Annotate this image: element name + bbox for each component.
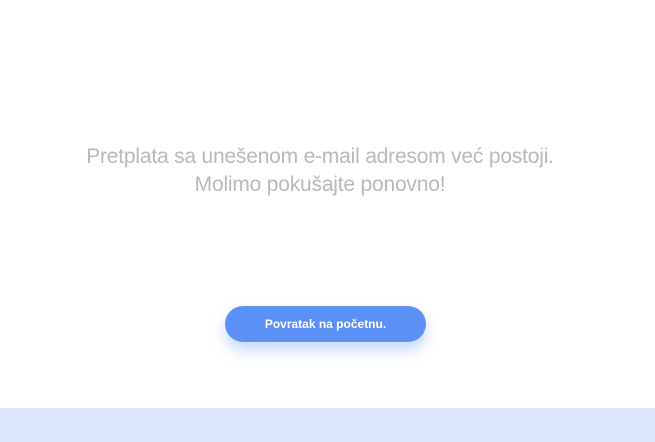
back-to-home-button[interactable]: Povratak na početnu. [225,306,426,342]
error-message: Pretplata sa unešenom e-mail adresom već… [0,143,640,199]
error-message-line-2: Molimo pokušajte ponovno! [194,173,446,196]
error-message-line-1: Pretplata sa unešenom e-mail adresom već… [86,145,554,168]
page: Pretplata sa unešenom e-mail adresom već… [0,0,655,442]
footer-band [0,408,655,442]
